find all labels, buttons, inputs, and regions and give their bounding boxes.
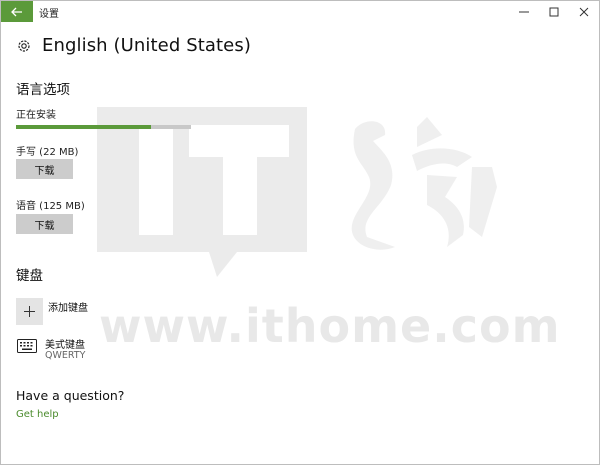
page-header: English (United States) bbox=[16, 35, 251, 56]
title-bar: 设置 bbox=[1, 1, 599, 22]
page-title: English (United States) bbox=[42, 35, 251, 56]
download-handwriting-button[interactable]: 下载 bbox=[16, 159, 73, 179]
install-progress-fill bbox=[16, 125, 151, 129]
close-button[interactable] bbox=[569, 1, 599, 22]
handwriting-label: 手写 (22 MB) bbox=[16, 147, 79, 158]
speech-label: 语音 (125 MB) bbox=[16, 201, 85, 212]
maximize-button[interactable] bbox=[539, 1, 569, 22]
keyboard-item-name[interactable]: 美式键盘 bbox=[45, 336, 85, 351]
plus-icon bbox=[24, 306, 35, 317]
language-options-heading: 语言选项 bbox=[16, 82, 70, 98]
maximize-icon bbox=[549, 7, 559, 16]
window-title: 设置 bbox=[39, 9, 59, 20]
gear-icon bbox=[18, 39, 30, 52]
watermark-url: www.ithome.com bbox=[99, 299, 561, 353]
add-keyboard-button[interactable] bbox=[16, 298, 43, 325]
minimize-icon bbox=[519, 11, 529, 12]
keyboard-heading: 键盘 bbox=[16, 268, 43, 284]
keyboard-icon bbox=[17, 339, 37, 353]
help-question: Have a question? bbox=[16, 388, 125, 403]
install-progress-bar bbox=[16, 125, 191, 129]
minimize-button[interactable] bbox=[509, 1, 539, 22]
download-speech-button[interactable]: 下载 bbox=[16, 214, 73, 234]
get-help-link[interactable]: Get help bbox=[16, 409, 59, 420]
close-icon bbox=[579, 7, 589, 16]
back-arrow-icon bbox=[11, 7, 22, 16]
settings-window: 设置 www.ithome.com English (United States… bbox=[0, 0, 600, 465]
keyboard-item-layout: QWERTY bbox=[45, 350, 86, 361]
installing-label: 正在安装 bbox=[16, 110, 56, 121]
ithome-watermark-logo bbox=[97, 107, 497, 277]
back-button[interactable] bbox=[1, 1, 33, 22]
add-keyboard-label[interactable]: 添加键盘 bbox=[48, 299, 88, 314]
